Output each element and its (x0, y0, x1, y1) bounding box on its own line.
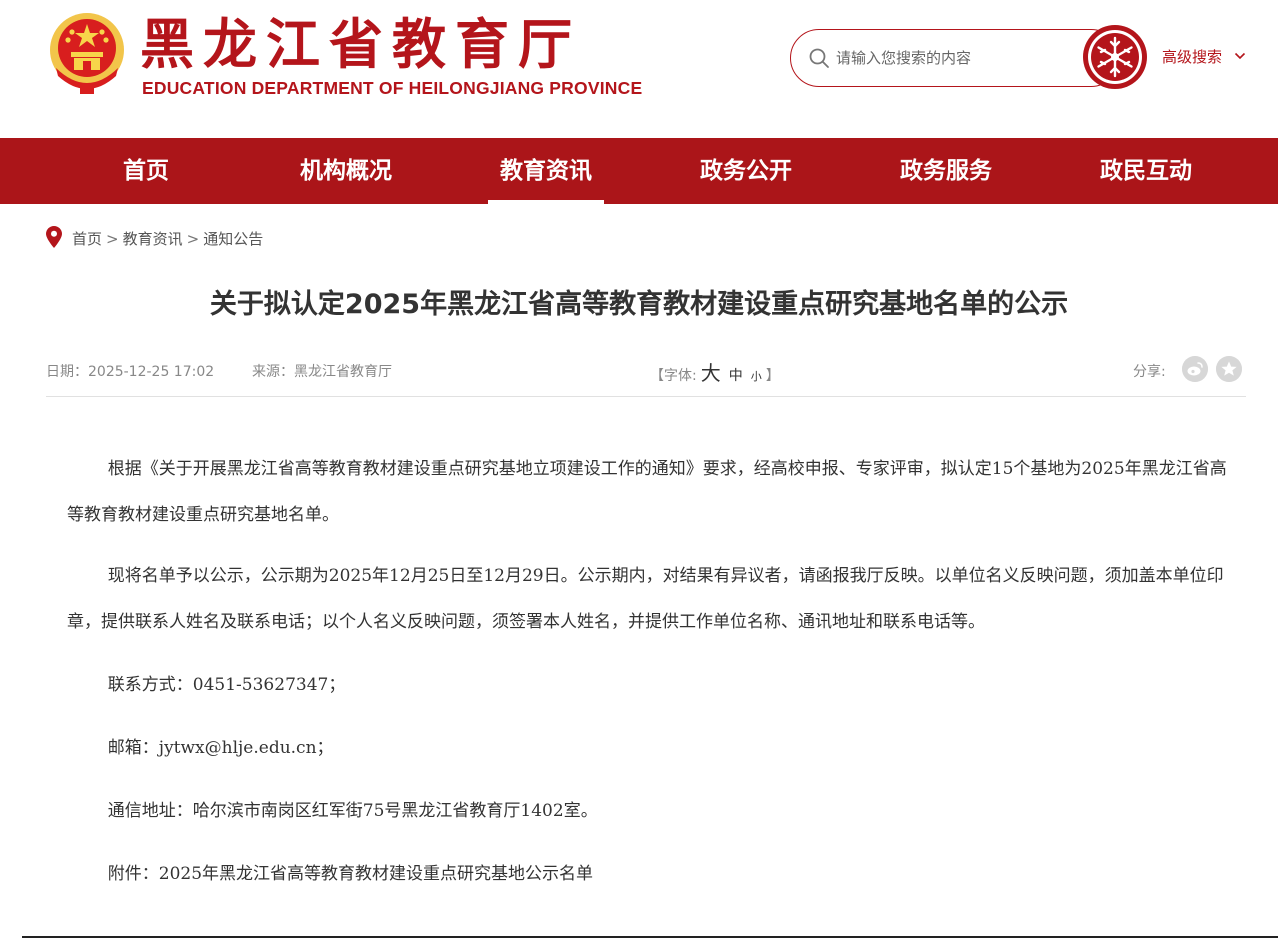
font-size-small-button[interactable]: 小 (751, 370, 762, 383)
font-size-large-button[interactable]: 大 (701, 361, 721, 385)
article-content: 根据《关于开展黑龙江省高等教育教材建设重点研究基地立项建设工作的通知》要求，经高… (67, 446, 1227, 897)
advanced-search-link[interactable]: 高级搜索 (1162, 46, 1222, 67)
nav-item-interaction[interactable]: 政民互动 (1086, 138, 1206, 204)
breadcrumb-separator: > (106, 230, 119, 248)
contact-phone: 联系方式：0451-53627347； (107, 675, 346, 695)
article-date: 日期：2025-12-25 17:02 (46, 364, 215, 380)
chevron-down-icon[interactable] (1234, 50, 1246, 62)
site-title-cn: 黑龙江省教育厅 (140, 13, 581, 76)
search-input[interactable] (836, 44, 1076, 72)
font-size-medium-button[interactable]: 中 (729, 368, 743, 384)
location-pin-icon (46, 226, 62, 248)
nav-item-government-services[interactable]: 政务服务 (886, 138, 1006, 204)
nav-item-government-affairs[interactable]: 政务公开 (686, 138, 806, 204)
contact-email: 邮箱：jytwx@hlje.edu.cn； (107, 738, 334, 758)
breadcrumb-notices[interactable]: 通知公告 (203, 230, 263, 248)
breadcrumb: 首页 > 教育资讯 > 通知公告 (72, 228, 263, 249)
breadcrumb-education-news[interactable]: 教育资讯 (123, 230, 183, 248)
breadcrumb-home[interactable]: 首页 (72, 230, 102, 248)
meta-divider (46, 396, 1246, 397)
breadcrumb-separator: > (186, 230, 200, 248)
article-source: 来源：黑龙江省教育厅 (252, 364, 392, 380)
search-icon (809, 48, 829, 68)
contact-address: 通信地址：哈尔滨市南岗区红军街75号黑龙江省教育厅1402室。 (107, 801, 598, 821)
font-size-switcher: 【字体: 大中小】 (650, 357, 780, 386)
national-emblem-icon (50, 13, 124, 94)
article-title: 关于拟认定2025年黑龙江省高等教育教材建设重点研究基地名单的公示 (209, 289, 1069, 320)
share-label: 分享: (1133, 364, 1166, 380)
site-title-en: EDUCATION DEPARTMENT OF HEILONGJIANG PRO… (142, 78, 643, 98)
attachment-link[interactable]: 附件：2025年黑龙江省高等教育教材建设重点研究基地公示名单 (67, 851, 1227, 897)
nav-item-education-news[interactable]: 教育资讯 (486, 138, 606, 204)
snowflake-search-button-icon[interactable] (1082, 24, 1148, 90)
site-header: 黑龙江省教育厅 EDUCATION DEPARTMENT OF HEILONGJ… (0, 0, 1278, 138)
nav-item-home[interactable]: 首页 (86, 138, 206, 204)
font-size-label-close: 】 (765, 368, 780, 384)
main-nav: 首页 机构概况 教育资讯 政务公开 政务服务 政民互动 (0, 138, 1278, 204)
font-size-label: 【字体: (650, 368, 697, 384)
weibo-icon[interactable] (1182, 356, 1208, 382)
favorite-star-icon[interactable] (1216, 356, 1242, 382)
article-paragraph: 现将名单予以公示，公示期为2025年12月25日至12月29日。公示期内，对结果… (67, 566, 1224, 632)
article-paragraph: 根据《关于开展黑龙江省高等教育教材建设重点研究基地立项建设工作的通知》要求，经高… (67, 459, 1227, 525)
nav-item-overview[interactable]: 机构概况 (286, 138, 406, 204)
